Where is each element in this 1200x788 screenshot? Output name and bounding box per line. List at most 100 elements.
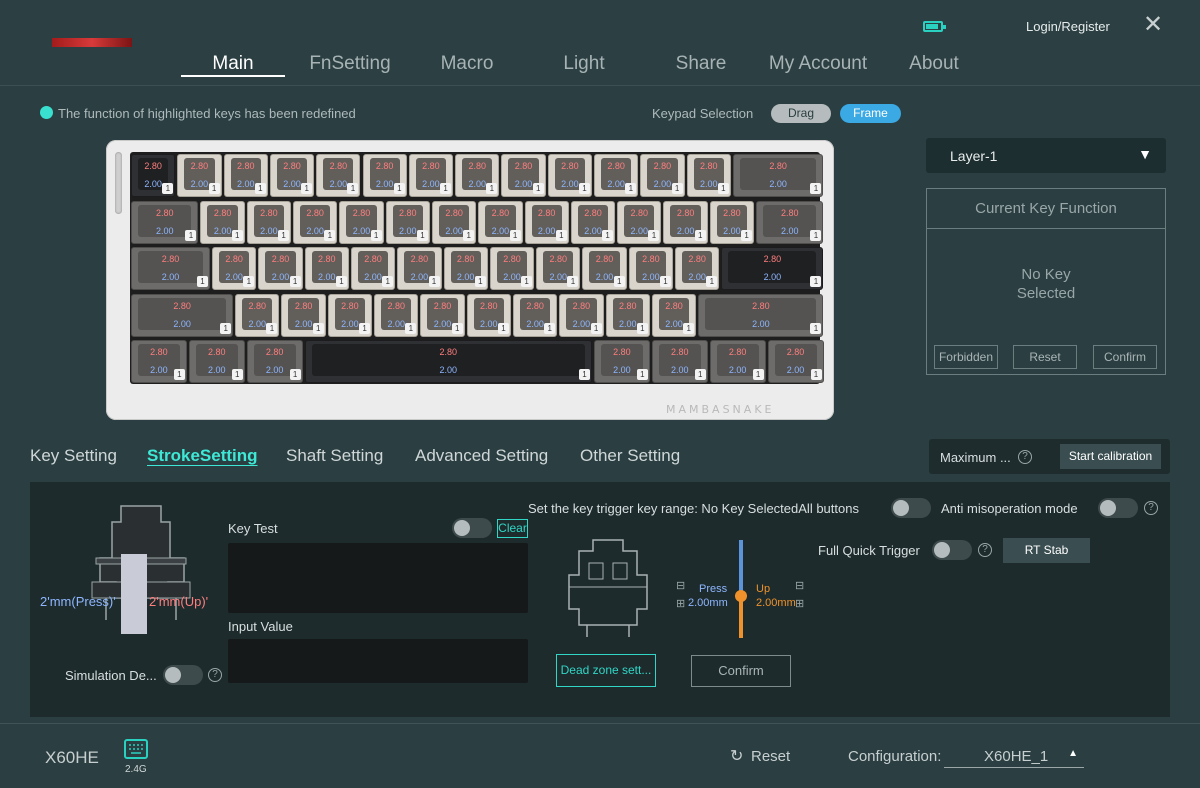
tab-key-setting[interactable]: Key Setting: [30, 446, 117, 466]
key-r5-c2[interactable]: 2.80 2.00 1: [188, 340, 245, 383]
help-icon[interactable]: ?: [978, 543, 992, 557]
key-r3-c1[interactable]: 2.80 2.00 1: [131, 247, 211, 290]
key-test-output[interactable]: [228, 543, 528, 613]
drag-mode-button[interactable]: Drag: [771, 104, 831, 123]
tab-other-setting[interactable]: Other Setting: [580, 446, 680, 466]
key-r1-c13[interactable]: 2.80 2.00 1: [686, 154, 731, 197]
key-r3-c6[interactable]: 2.80 2.00 1: [397, 247, 442, 290]
full-quick-trigger-toggle[interactable]: [932, 540, 972, 560]
key-r1-c12[interactable]: 2.80 2.00 1: [640, 154, 685, 197]
key-r3-c7[interactable]: 2.80 2.00 1: [443, 247, 488, 290]
start-calibration-button[interactable]: Start calibration: [1060, 444, 1161, 469]
key-r1-c3[interactable]: 2.80 2.00 1: [223, 154, 268, 197]
tab-about[interactable]: About: [902, 53, 966, 75]
confirm-key-button[interactable]: Confirm: [1093, 345, 1157, 369]
tab-fnsetting[interactable]: FnSetting: [306, 53, 394, 75]
key-r5-c4[interactable]: 2.80 2.00 1: [304, 340, 592, 383]
tab-advanced-setting[interactable]: Advanced Setting: [415, 446, 548, 466]
tab-macro[interactable]: Macro: [431, 53, 503, 75]
frame-mode-button[interactable]: Frame: [840, 104, 901, 123]
key-r3-c11[interactable]: 2.80 2.00 1: [628, 247, 674, 290]
key-r2-c8[interactable]: 2.80 2.00 1: [478, 200, 523, 244]
tab-light[interactable]: Light: [553, 53, 615, 75]
layer-select[interactable]: Layer-1 ▼: [926, 138, 1166, 173]
key-r2-c7[interactable]: 2.80 2.00 1: [431, 200, 477, 244]
key-r5-c8[interactable]: 2.80 2.00 1: [767, 340, 824, 383]
key-r3-c2[interactable]: 2.80 2.00 1: [212, 247, 257, 290]
key-r2-c10[interactable]: 2.80 2.00 1: [570, 200, 616, 244]
input-value-box[interactable]: [228, 639, 528, 683]
key-r1-c2[interactable]: 2.80 2.00 1: [177, 154, 222, 197]
key-r2-c2[interactable]: 2.80 2.00 1: [200, 200, 245, 244]
clear-button[interactable]: Clear: [497, 519, 528, 538]
key-r3-c9[interactable]: 2.80 2.00 1: [536, 247, 581, 290]
key-r2-c14[interactable]: 2.80 2.00 1: [756, 200, 824, 244]
up-minus-icon[interactable]: ⊟: [795, 579, 804, 592]
key-r1-c14[interactable]: 2.80 2.00 1: [732, 154, 824, 197]
tab-main[interactable]: Main: [181, 53, 285, 75]
key-r1-c4[interactable]: 2.80 2.00 1: [269, 154, 315, 197]
key-r5-c3[interactable]: 2.80 2.00 1: [246, 340, 303, 383]
key-r1-c6[interactable]: 2.80 2.00 1: [362, 154, 407, 197]
key-r3-c12[interactable]: 2.80 2.00 1: [675, 247, 720, 290]
press-minus-icon[interactable]: ⊟: [676, 579, 685, 592]
key-r4-c9[interactable]: 2.80 2.00 1: [559, 293, 604, 337]
key-r1-c1[interactable]: 2.80 2.00 1: [131, 154, 176, 197]
travel-slider-handle[interactable]: [735, 590, 747, 602]
key-r2-c4[interactable]: 2.80 2.00 1: [293, 200, 338, 244]
reset-key-button[interactable]: Reset: [1013, 345, 1077, 369]
close-icon[interactable]: ✕: [1143, 13, 1163, 37]
tab-my-account[interactable]: My Account: [764, 53, 872, 75]
help-icon[interactable]: ?: [1144, 501, 1158, 515]
key-r5-c7[interactable]: 2.80 2.00 1: [709, 340, 766, 383]
key-r1-c9[interactable]: 2.80 2.00 1: [501, 154, 546, 197]
key-r3-c13[interactable]: 2.80 2.00 1: [721, 247, 824, 290]
key-r3-c4[interactable]: 2.80 2.00 1: [304, 247, 349, 290]
key-r4-c7[interactable]: 2.80 2.00 1: [466, 293, 511, 337]
press-plus-icon[interactable]: ⊞: [676, 597, 685, 610]
forbidden-button[interactable]: Forbidden: [934, 345, 998, 369]
login-register-link[interactable]: Login/Register: [1026, 19, 1110, 34]
all-buttons-toggle[interactable]: [891, 498, 931, 518]
key-r3-c3[interactable]: 2.80 2.00 1: [258, 247, 303, 290]
key-r2-c12[interactable]: 2.80 2.00 1: [663, 200, 708, 244]
key-r4-c12[interactable]: 2.80 2.00 1: [698, 293, 824, 337]
key-r1-c11[interactable]: 2.80 2.00 1: [594, 154, 639, 197]
help-icon[interactable]: ?: [208, 668, 222, 682]
help-icon[interactable]: ?: [1018, 450, 1032, 464]
key-r2-c1[interactable]: 2.80 2.00 1: [131, 200, 199, 244]
key-r4-c4[interactable]: 2.80 2.00 1: [327, 293, 373, 337]
key-r2-c3[interactable]: 2.80 2.00 1: [246, 200, 292, 244]
dead-zone-settings-button[interactable]: Dead zone sett...: [556, 654, 656, 687]
configuration-select[interactable]: X60HE_1 ▲: [944, 748, 1084, 768]
key-r3-c5[interactable]: 2.80 2.00 1: [350, 247, 396, 290]
rt-stab-button[interactable]: RT Stab: [1003, 538, 1090, 563]
key-r4-c6[interactable]: 2.80 2.00 1: [420, 293, 465, 337]
key-r4-c5[interactable]: 2.80 2.00 1: [374, 293, 419, 337]
key-r1-c5[interactable]: 2.80 2.00 1: [316, 154, 361, 197]
key-r3-c8[interactable]: 2.80 2.00 1: [489, 247, 535, 290]
key-r2-c5[interactable]: 2.80 2.00 1: [339, 200, 384, 244]
key-r1-c7[interactable]: 2.80 2.00 1: [408, 154, 454, 197]
key-r2-c6[interactable]: 2.80 2.00 1: [385, 200, 430, 244]
key-r5-c6[interactable]: 2.80 2.00 1: [651, 340, 708, 383]
reset-icon[interactable]: ↻: [730, 746, 743, 766]
anti-misoperation-toggle[interactable]: [1098, 498, 1138, 518]
key-r4-c2[interactable]: 2.80 2.00 1: [235, 293, 280, 337]
tab-share[interactable]: Share: [669, 53, 733, 75]
key-r1-c10[interactable]: 2.80 2.00 1: [547, 154, 592, 197]
key-r4-c1[interactable]: 2.80 2.00 1: [131, 293, 234, 337]
key-r2-c11[interactable]: 2.80 2.00 1: [617, 200, 662, 244]
key-r2-c9[interactable]: 2.80 2.00 1: [524, 200, 569, 244]
confirm-stroke-button[interactable]: Confirm: [691, 655, 791, 687]
tab-stroke-setting[interactable]: StrokeSetting: [147, 446, 258, 466]
simulation-toggle[interactable]: [163, 665, 203, 685]
key-r5-c1[interactable]: 2.80 2.00 1: [131, 340, 187, 383]
key-r4-c3[interactable]: 2.80 2.00 1: [281, 293, 326, 337]
key-r4-c8[interactable]: 2.80 2.00 1: [512, 293, 558, 337]
reset-button[interactable]: Reset: [751, 748, 790, 765]
key-r1-c8[interactable]: 2.80 2.00 1: [455, 154, 500, 197]
up-plus-icon[interactable]: ⊞: [795, 597, 804, 610]
key-r4-c10[interactable]: 2.80 2.00 1: [605, 293, 650, 337]
key-r2-c13[interactable]: 2.80 2.00 1: [709, 200, 755, 244]
